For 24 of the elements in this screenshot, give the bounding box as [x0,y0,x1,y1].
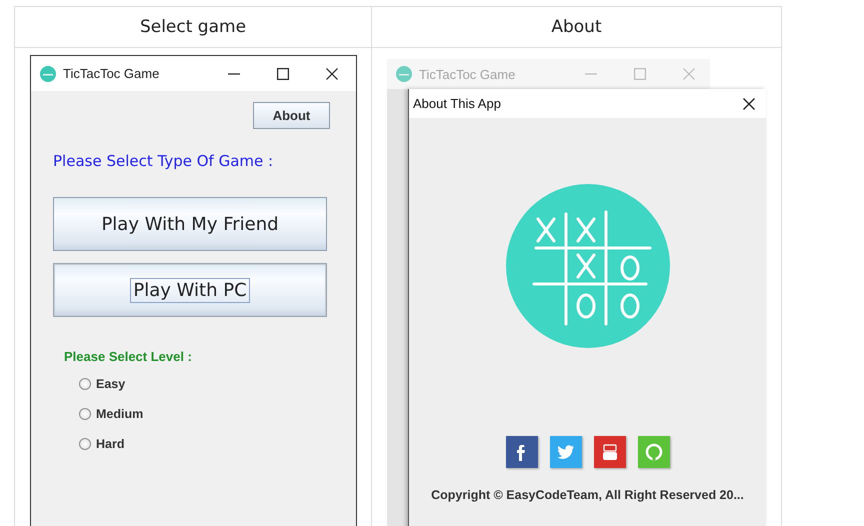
close-icon[interactable] [743,98,755,110]
about-button[interactable]: About [253,102,330,129]
facebook-icon[interactable] [506,436,538,468]
column-header: Select game [138,16,248,39]
copyright-text: Copyright © EasyCodeTeam, All Right Reserved 20... [431,488,744,502]
app-icon [40,66,56,82]
column-header: About [371,7,781,47]
dialog-title: About This App [413,96,501,111]
bird-icon[interactable] [550,436,582,468]
radio-button[interactable] [79,378,91,390]
radio-button[interactable] [79,438,91,450]
radio-button[interactable] [79,408,91,420]
close-icon[interactable] [326,68,338,80]
game-type-prompt: Please Select Type Of Game : [53,152,274,170]
level-label[interactable]: Hard [96,437,124,451]
level-prompt: Please Select Level : [64,349,193,364]
game-mode-button[interactable]: Play With My Friend [53,197,327,251]
window-title: TicTacToc Game [419,66,516,82]
window-title: TicTacToc Game [63,66,160,81]
level-label[interactable]: Easy [96,377,126,391]
maximize-icon[interactable] [277,68,289,80]
level-label[interactable]: Medium [96,407,144,421]
game-mode-button[interactable]: Play With PC [53,263,327,317]
app-icon [396,66,412,82]
